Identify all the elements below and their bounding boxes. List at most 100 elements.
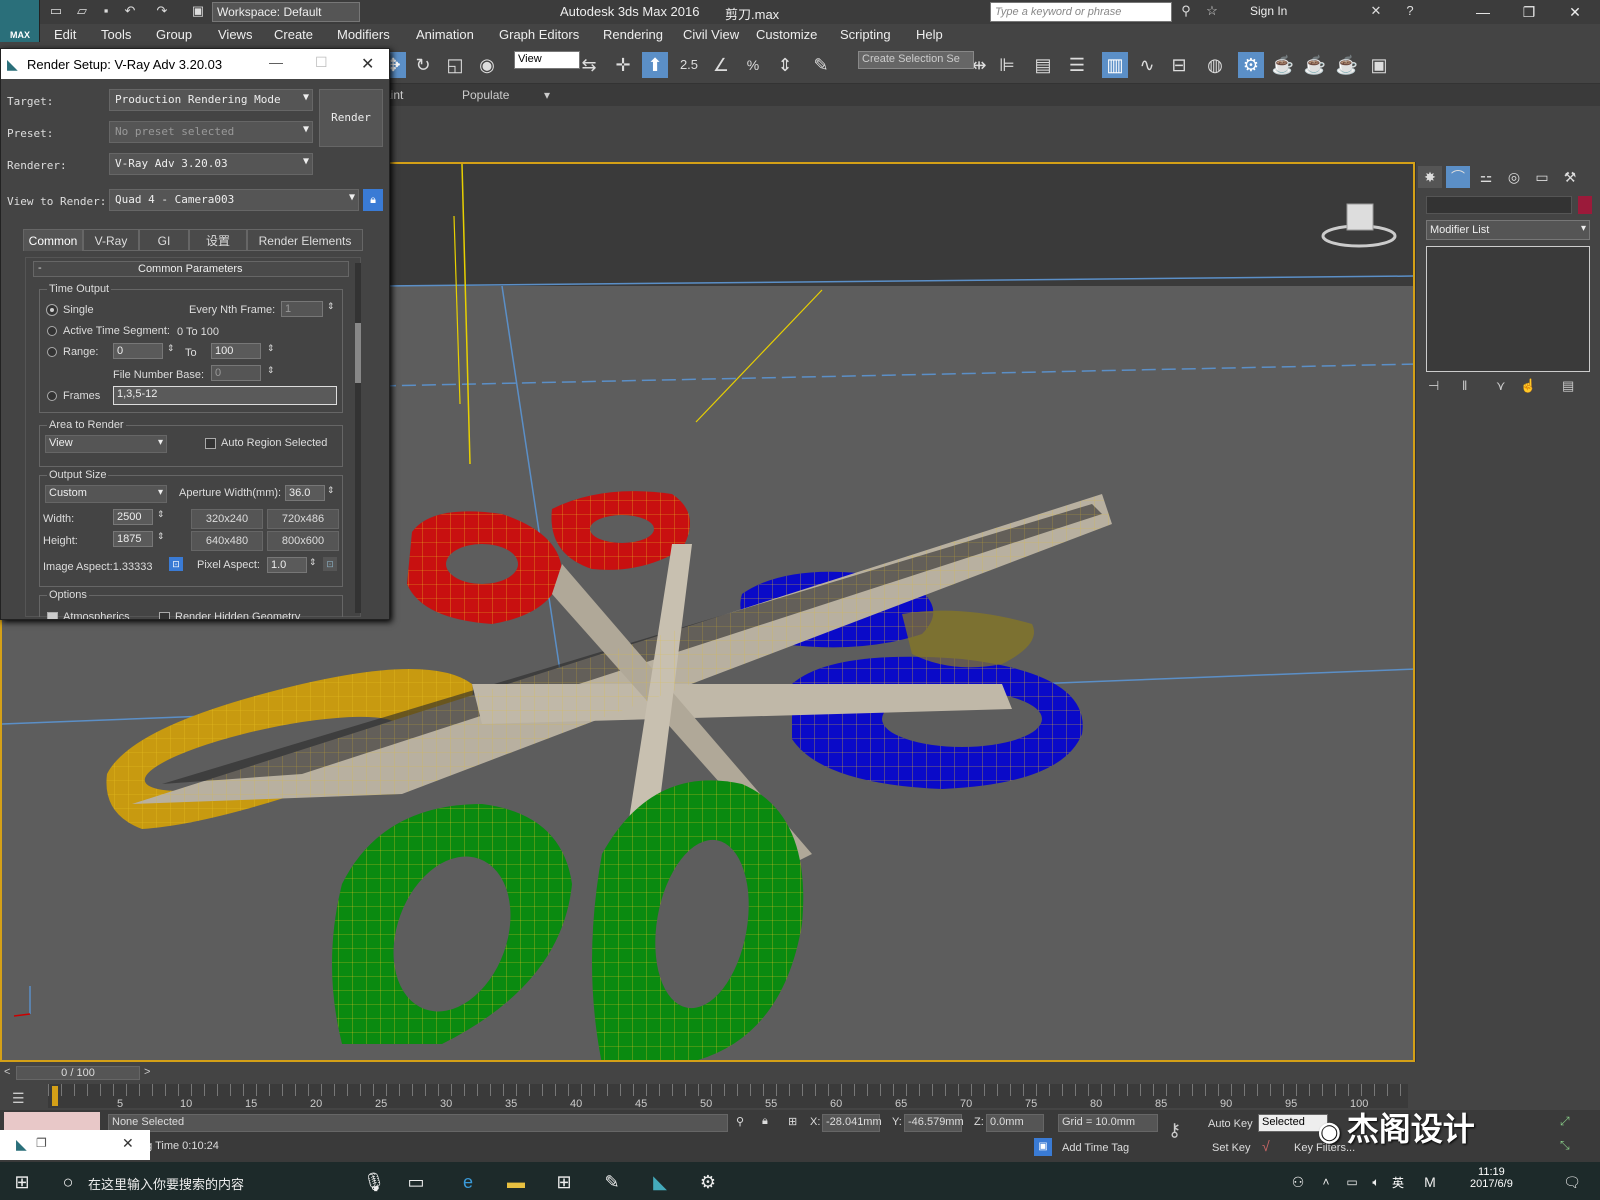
object-name-field[interactable] bbox=[1426, 196, 1572, 214]
minimize-icon[interactable]: — bbox=[269, 54, 283, 70]
app-menu-button[interactable]: MAX bbox=[0, 0, 40, 42]
percent-snap-icon[interactable]: % bbox=[740, 52, 766, 78]
hierarchy-tab-icon[interactable]: ⚍ bbox=[1474, 166, 1498, 188]
spinner-icon[interactable]: ⇕ bbox=[267, 365, 275, 376]
z-coordinate-field[interactable]: 0.0mm bbox=[986, 1114, 1044, 1132]
ribbon-tab-populate[interactable]: Populate bbox=[462, 88, 509, 102]
restore-icon[interactable]: ❐ bbox=[36, 1136, 47, 1150]
rollout-collapse-icon[interactable]: - bbox=[38, 262, 42, 274]
dialog-scrollbar[interactable] bbox=[355, 263, 361, 613]
rotate-icon[interactable]: ↻ bbox=[410, 52, 436, 78]
aperture-field[interactable]: 36.0 bbox=[285, 485, 325, 501]
common-parameters-rollout[interactable]: - Common Parameters bbox=[33, 261, 349, 277]
file-explorer-icon[interactable]: ▬ bbox=[504, 1170, 528, 1194]
motion-tab-icon[interactable]: ◎ bbox=[1502, 166, 1526, 188]
range-to-field[interactable]: 100 bbox=[211, 343, 261, 359]
tab-render-elements[interactable]: Render Elements bbox=[247, 229, 363, 251]
align-icon[interactable]: ⊫ bbox=[994, 52, 1020, 78]
render-button[interactable]: Render bbox=[319, 89, 383, 147]
edit-named-selection-icon[interactable]: ✎ bbox=[808, 52, 834, 78]
binoculars-icon[interactable]: ⚲ bbox=[1178, 3, 1194, 19]
renderer-dropdown[interactable]: V-Ray Adv 3.20.03 ▼ bbox=[109, 153, 313, 175]
pixel-aspect-field[interactable]: 1.0 bbox=[267, 557, 307, 573]
exchange-icon[interactable]: ✕ bbox=[1368, 3, 1384, 19]
menu-scripting[interactable]: Scripting bbox=[840, 27, 891, 42]
schematic-view-icon[interactable]: ⊟ bbox=[1166, 52, 1192, 78]
preset-dropdown[interactable]: No preset selected ▼ bbox=[109, 121, 313, 143]
spinner-icon[interactable]: ⇕ bbox=[167, 343, 175, 354]
layer-manager-icon[interactable]: ▤ bbox=[1030, 52, 1056, 78]
scene-explorer-icon[interactable]: ☰ bbox=[1064, 52, 1090, 78]
search-input[interactable]: Type a keyword or phrase bbox=[990, 2, 1172, 22]
ribbon-options-icon[interactable]: ▾ bbox=[544, 88, 550, 102]
output-size-dropdown[interactable]: Custom ▾ bbox=[45, 485, 167, 503]
file-number-base-field[interactable]: 0 bbox=[211, 365, 261, 381]
tab-settings[interactable]: 设置 bbox=[189, 229, 247, 251]
named-selection-dropdown[interactable]: Create Selection Se bbox=[858, 51, 974, 69]
x-coordinate-field[interactable]: -28.041mm bbox=[822, 1114, 882, 1132]
redo-icon[interactable]: ↷ bbox=[154, 3, 170, 19]
menu-graph-editors[interactable]: Graph Editors bbox=[499, 27, 579, 42]
pin-stack-icon[interactable]: ⊣ bbox=[1428, 378, 1439, 394]
ime-m-icon[interactable]: M bbox=[1418, 1170, 1442, 1194]
sign-in-button[interactable]: Sign In bbox=[1250, 4, 1287, 18]
reference-coordinate-dropdown[interactable]: View bbox=[514, 51, 580, 69]
render-activeshade-icon[interactable]: ▣ bbox=[1366, 52, 1392, 78]
chevron-up-icon[interactable]: ˄ bbox=[1314, 1170, 1338, 1194]
taskbar-search[interactable]: 在这里输入你要搜索的内容 bbox=[88, 1174, 244, 1193]
spinner-icon[interactable]: ⇕ bbox=[267, 343, 275, 354]
spinner-snap-icon[interactable]: ⇕ bbox=[772, 52, 798, 78]
cortana-icon[interactable]: ○ bbox=[56, 1170, 80, 1194]
prev-frame-icon[interactable]: < bbox=[4, 1066, 10, 1078]
workspace-dropdown[interactable]: Workspace: Default bbox=[212, 2, 360, 22]
angle-snap-icon[interactable]: ∠ bbox=[708, 52, 734, 78]
preset-720x486-button[interactable]: 720x486 bbox=[267, 509, 339, 529]
next-frame-icon[interactable]: > bbox=[144, 1066, 150, 1078]
microphone-icon[interactable]: 🎙︎ bbox=[362, 1170, 386, 1194]
make-unique-icon[interactable]: ⋎ bbox=[1496, 378, 1506, 394]
scissors-green[interactable] bbox=[332, 780, 804, 1062]
select-manipulate-icon[interactable]: ⬆ bbox=[642, 52, 668, 78]
single-radio[interactable] bbox=[47, 305, 57, 315]
area-dropdown[interactable]: View ▾ bbox=[45, 435, 167, 453]
store-icon[interactable]: ⊞ bbox=[552, 1170, 576, 1194]
menu-tools[interactable]: Tools bbox=[101, 27, 131, 42]
add-time-tag[interactable]: Add Time Tag bbox=[1062, 1142, 1129, 1154]
auto-region-checkbox[interactable] bbox=[205, 438, 216, 449]
key-tangent-icon[interactable]: √ bbox=[1262, 1138, 1270, 1154]
menu-edit[interactable]: Edit bbox=[54, 27, 76, 42]
key-icon[interactable]: ⚷ bbox=[1168, 1120, 1181, 1141]
modify-tab-icon[interactable]: ⌒ bbox=[1446, 166, 1470, 188]
help-icon[interactable]: ? bbox=[1402, 3, 1418, 19]
maximize-icon[interactable]: ☐ bbox=[315, 54, 328, 71]
menu-modifiers[interactable]: Modifiers bbox=[337, 27, 390, 42]
width-field[interactable]: 2500 bbox=[113, 509, 153, 525]
project-folder-icon[interactable]: ▣ bbox=[190, 3, 206, 19]
render-production-icon[interactable]: ☕ bbox=[1302, 52, 1328, 78]
save-file-icon[interactable]: ▪ bbox=[98, 3, 114, 19]
preset-800x600-button[interactable]: 800x600 bbox=[267, 531, 339, 551]
set-key-button[interactable]: Set Key bbox=[1212, 1142, 1251, 1154]
active-segment-radio[interactable] bbox=[47, 326, 57, 336]
frames-field[interactable]: 1,3,5-12 bbox=[113, 386, 337, 405]
3dsmax-taskbar-icon[interactable]: ◣ bbox=[648, 1170, 672, 1194]
input-method[interactable]: 英 bbox=[1392, 1174, 1404, 1191]
new-file-icon[interactable]: ▭ bbox=[48, 3, 64, 19]
frames-radio[interactable] bbox=[47, 391, 57, 401]
undo-icon[interactable]: ↶ bbox=[122, 3, 138, 19]
zoom-icon[interactable]: ⤢ bbox=[1560, 1114, 1570, 1129]
paint-icon[interactable]: ✎ bbox=[600, 1170, 624, 1194]
menu-animation[interactable]: Animation bbox=[416, 27, 474, 42]
people-icon[interactable]: ⚇ bbox=[1286, 1170, 1310, 1194]
preset-640x480-button[interactable]: 640x480 bbox=[191, 531, 263, 551]
lock-aspect-icon[interactable]: ⊡ bbox=[169, 557, 183, 571]
spinner-icon[interactable]: ⇕ bbox=[157, 531, 165, 542]
close-button[interactable]: ✕ bbox=[1552, 0, 1598, 24]
place-icon[interactable]: ◉ bbox=[474, 52, 500, 78]
scrollbar-thumb[interactable] bbox=[355, 323, 361, 383]
menu-rendering[interactable]: Rendering bbox=[603, 27, 663, 42]
material-editor-icon[interactable]: ◍ bbox=[1202, 52, 1228, 78]
tab-common[interactable]: Common bbox=[23, 229, 83, 251]
scissors-red[interactable] bbox=[407, 491, 690, 624]
atmospherics-checkbox[interactable] bbox=[47, 612, 58, 619]
